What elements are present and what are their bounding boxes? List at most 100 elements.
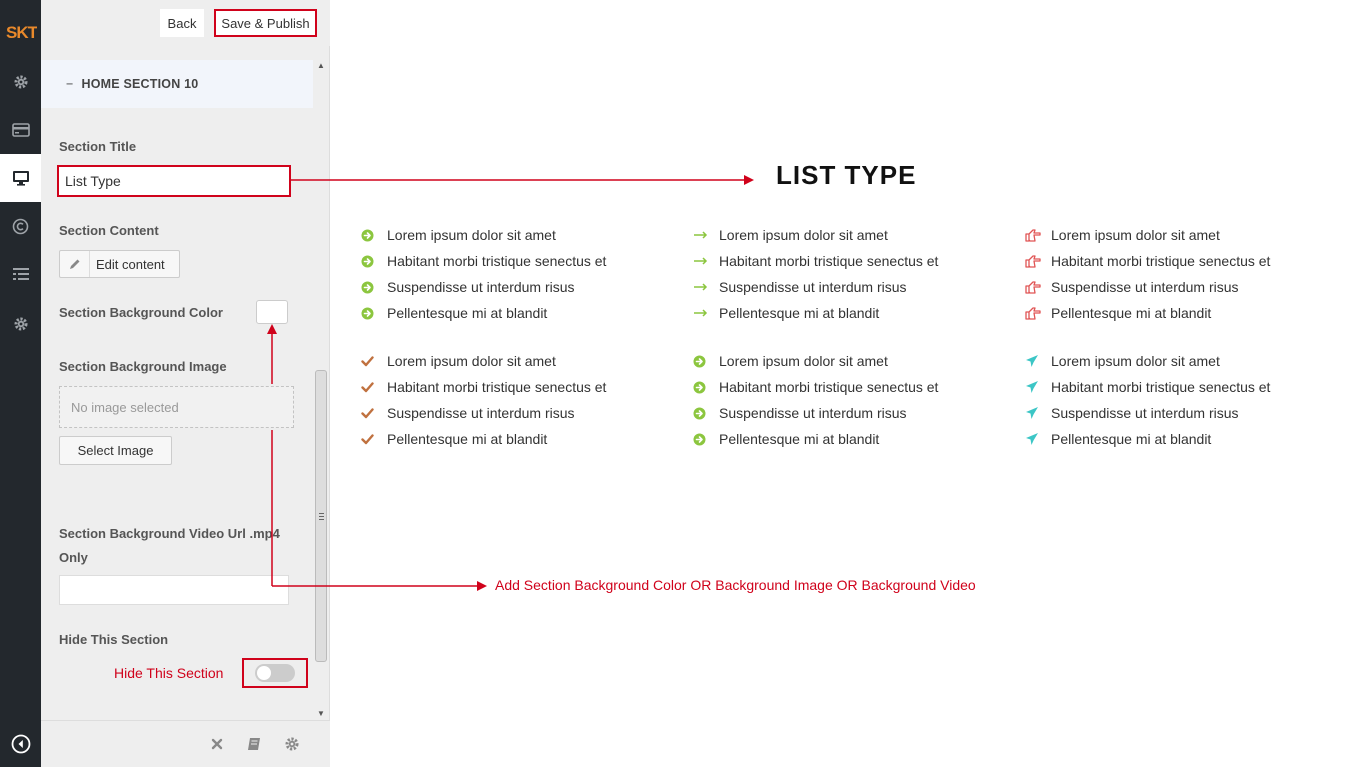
list-item-text: Suspendisse ut interdum risus (1051, 279, 1239, 295)
scroll-down-icon[interactable]: ▼ (317, 710, 325, 718)
close-icon[interactable] (208, 735, 226, 753)
list-item: Lorem ipsum dolor sit amet (693, 222, 993, 248)
preview-list: Lorem ipsum dolor sit amet Habitant morbi… (361, 348, 661, 452)
section-heading[interactable]: − HOME SECTION 10 (41, 60, 313, 108)
section-content-label: Section Content (59, 223, 159, 238)
list-item: Suspendisse ut interdum risus (693, 274, 993, 300)
hide-section-toggle[interactable] (242, 658, 308, 688)
plane-icon (1025, 354, 1051, 368)
select-image-button[interactable]: Select Image (59, 436, 172, 465)
circle-arrow-icon (693, 407, 719, 420)
list-item-text: Pellentesque mi at blandit (719, 305, 880, 321)
back-button[interactable]: Back (160, 9, 204, 37)
scrollbar-thumb[interactable] (315, 370, 327, 662)
circle-arrow-icon (693, 433, 719, 446)
bg-video-label: Section Background Video Url .mp4 Only (59, 526, 280, 565)
panel-scrollbar[interactable]: ▲ ▼ (314, 60, 328, 720)
list-item: Suspendisse ut interdum risus (693, 400, 993, 426)
scroll-up-icon[interactable]: ▲ (317, 62, 325, 70)
list-item: Habitant morbi tristique senectus et (693, 374, 993, 400)
list-item-text: Habitant morbi tristique senectus et (1051, 379, 1271, 395)
rail-item-copyright[interactable] (0, 202, 41, 250)
circle-arrow-icon (693, 381, 719, 394)
logo-text: SKT (6, 23, 37, 42)
list-item-text: Suspendisse ut interdum risus (387, 279, 575, 295)
save-publish-button[interactable]: Save & Publish (214, 9, 317, 37)
gear-icon[interactable] (283, 735, 301, 753)
list-item-text: Pellentesque mi at blandit (1051, 431, 1212, 447)
list-item-text: Suspendisse ut interdum risus (387, 405, 575, 421)
list-item-text: Pellentesque mi at blandit (719, 431, 880, 447)
list-item-text: Habitant morbi tristique senectus et (387, 379, 607, 395)
long-arrow-icon (693, 256, 719, 266)
list-item: Lorem ipsum dolor sit amet (693, 348, 993, 374)
toggle-knob (257, 666, 271, 680)
preview-list: Lorem ipsum dolor sit amet Habitant morbi… (693, 222, 993, 326)
list-item: Habitant morbi tristique senectus et (1025, 374, 1325, 400)
list-item: Pellentesque mi at blandit (361, 426, 661, 452)
bg-color-picker[interactable] (256, 300, 288, 324)
list-item-text: Habitant morbi tristique senectus et (387, 253, 607, 269)
section-title-label: Section Title (59, 139, 137, 154)
rail-item-settings[interactable] (0, 58, 41, 106)
customizer-footer (41, 720, 330, 767)
list-item: Habitant morbi tristique senectus et (693, 248, 993, 274)
check-icon (361, 407, 387, 419)
skt-logo-mark: SKT (6, 23, 37, 42)
list-item-text: Lorem ipsum dolor sit amet (719, 227, 888, 243)
list-item-text: Lorem ipsum dolor sit amet (1051, 353, 1220, 369)
bg-video-url-input[interactable] (59, 575, 289, 605)
check-icon (361, 381, 387, 393)
skt-logo: SKT (0, 18, 41, 46)
list-item-text: Pellentesque mi at blandit (387, 431, 548, 447)
long-arrow-icon (693, 308, 719, 318)
section-title-input[interactable]: List Type (57, 165, 291, 197)
list-item: Suspendisse ut interdum risus (1025, 274, 1325, 300)
list-item-text: Habitant morbi tristique senectus et (1051, 253, 1271, 269)
gear-icon (14, 75, 27, 89)
list-item: Pellentesque mi at blandit (361, 300, 661, 326)
rail-item-payment[interactable] (0, 106, 41, 154)
circle-arrow-icon (693, 355, 719, 368)
circle-arrow-icon (361, 281, 387, 294)
site-preview: LIST TYPE Lorem ipsum dolor sit amet Habi… (331, 0, 1345, 767)
collapse-dash-icon: − (66, 77, 74, 91)
book-icon[interactable] (245, 735, 263, 753)
customizer-panel: Back Save & Publish − HOME SECTION 10 Se… (41, 0, 330, 767)
hide-section-annotation: Hide This Section (114, 665, 224, 681)
admin-icon-rail: SKT (0, 0, 41, 767)
list-item: Habitant morbi tristique senectus et (1025, 248, 1325, 274)
circle-arrow-icon (361, 255, 387, 268)
toggle-track (255, 664, 295, 682)
rail-item-list[interactable] (0, 250, 41, 298)
card-icon (11, 123, 30, 137)
list-item: Lorem ipsum dolor sit amet (361, 348, 661, 374)
plane-icon (1025, 406, 1051, 420)
check-icon (361, 433, 387, 445)
background-annotation: Add Section Background Color OR Backgrou… (495, 577, 976, 593)
thumbs-right-icon (1025, 254, 1051, 268)
list-item: Habitant morbi tristique senectus et (361, 248, 661, 274)
thumbs-right-icon (1025, 228, 1051, 242)
list-item: Suspendisse ut interdum risus (1025, 400, 1325, 426)
list-item: Suspendisse ut interdum risus (361, 400, 661, 426)
list-item-text: Lorem ipsum dolor sit amet (387, 353, 556, 369)
thumbs-right-icon (1025, 306, 1051, 320)
list-item: Pellentesque mi at blandit (1025, 426, 1325, 452)
list-item: Suspendisse ut interdum risus (361, 274, 661, 300)
rail-item-settings-2[interactable] (0, 300, 41, 348)
list-item-text: Habitant morbi tristique senectus et (719, 253, 939, 269)
list-icon (12, 268, 29, 280)
thumbs-right-icon (1025, 280, 1051, 294)
list-item-text: Lorem ipsum dolor sit amet (387, 227, 556, 243)
circle-arrow-icon (361, 229, 387, 242)
long-arrow-icon (693, 230, 719, 240)
list-item-text: Lorem ipsum dolor sit amet (1051, 227, 1220, 243)
hide-section-label: Hide This Section (59, 632, 169, 647)
rail-item-display[interactable] (0, 154, 41, 202)
edit-content-button[interactable]: Edit content (59, 250, 180, 278)
list-item: Pellentesque mi at blandit (693, 426, 993, 452)
collapse-sidebar-button[interactable] (0, 720, 41, 767)
pencil-icon (60, 251, 90, 277)
collapse-arrow-icon (11, 734, 30, 754)
